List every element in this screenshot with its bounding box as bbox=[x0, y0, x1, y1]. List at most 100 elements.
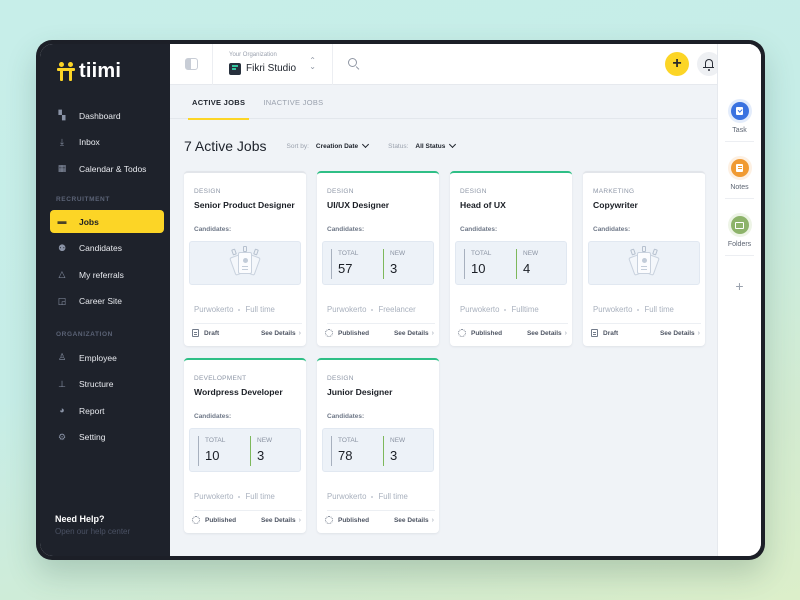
nav-recruitment: ▬ Jobs ⚉ Candidates △ My referrals ◲ Car… bbox=[50, 210, 164, 316]
add-panel-item-button[interactable]: + bbox=[718, 278, 761, 294]
sidebar-toggle-button[interactable] bbox=[170, 44, 213, 85]
sidebar-item-career-site[interactable]: ◲ Career Site bbox=[50, 290, 164, 313]
job-category: DESIGN bbox=[327, 188, 354, 195]
job-card[interactable]: DESIGN Head of UX Candidates: TOTAL 10 NEW… bbox=[450, 171, 572, 346]
sidebar-item-label: Inbox bbox=[79, 137, 100, 148]
sidebar-item-label: Calendar & Todos bbox=[79, 163, 147, 174]
new-label: NEW bbox=[390, 250, 406, 257]
status-text: Draft bbox=[204, 329, 220, 337]
sidebar-item-label: Employee bbox=[79, 352, 117, 363]
nav-organization: ♙ Employee ⊥ Structure ◕ Report ⚙ Settin… bbox=[50, 346, 164, 452]
card-footer: Published See Details › bbox=[458, 329, 567, 337]
sidebar-item-my-referrals[interactable]: △ My referrals bbox=[50, 263, 164, 286]
job-category: DESIGN bbox=[327, 375, 354, 382]
sidebar-item-jobs[interactable]: ▬ Jobs bbox=[50, 210, 164, 233]
chevron-right-icon: › bbox=[431, 329, 434, 337]
job-type: Full time bbox=[245, 492, 275, 501]
job-title: Copywriter bbox=[593, 200, 638, 210]
structure-icon: ⊥ bbox=[58, 378, 66, 389]
job-meta: Purwokerto Fulltime bbox=[460, 305, 539, 314]
section-label-organization: ORGANIZATION bbox=[56, 331, 113, 338]
org-switcher[interactable]: Your Organization Fikri Studio ⌃ ⌄ bbox=[213, 44, 333, 85]
main-area: Your Organization Fikri Studio ⌃ ⌄ + ACT… bbox=[170, 44, 761, 556]
status-text: Published bbox=[338, 516, 370, 524]
see-details-label: See Details bbox=[393, 329, 429, 337]
job-card[interactable]: DEVELOPMENT Wordpress Developer Candidat… bbox=[184, 358, 306, 533]
job-card[interactable]: DESIGN Senior Product Designer Candidate… bbox=[184, 171, 306, 346]
job-title: Head of UX bbox=[460, 200, 506, 210]
candidates-box bbox=[588, 241, 700, 285]
sidebar-item-structure[interactable]: ⊥ Structure bbox=[50, 373, 164, 396]
task-label: Task bbox=[732, 127, 747, 134]
see-details-link[interactable]: See Details › bbox=[394, 330, 434, 337]
sidebar-item-calendar[interactable]: ▦ Calendar & Todos bbox=[50, 157, 164, 180]
users-icon: ⚉ bbox=[57, 242, 67, 253]
separator-dot bbox=[371, 495, 374, 498]
status-text: Published bbox=[205, 516, 237, 524]
right-panel-notes[interactable]: Notes bbox=[718, 142, 761, 199]
status-badge: Published bbox=[192, 516, 236, 524]
help-link[interactable]: Open our help center bbox=[55, 527, 130, 536]
tab-active-jobs[interactable]: ACTIVE JOBS bbox=[184, 85, 253, 120]
total-value: 78 bbox=[338, 448, 353, 463]
chevron-up-down-icon: ⌃ ⌄ bbox=[309, 55, 316, 71]
total-stat: TOTAL 10 bbox=[198, 436, 225, 466]
see-details-link[interactable]: See Details › bbox=[261, 517, 301, 524]
candidates-label: Candidates: bbox=[327, 226, 365, 233]
chevron-down-icon bbox=[362, 140, 370, 148]
status-text: Published bbox=[471, 329, 503, 337]
see-details-link[interactable]: See Details › bbox=[394, 517, 434, 524]
tab-inactive-jobs[interactable]: INACTIVE JOBS bbox=[255, 85, 331, 119]
see-details-link[interactable]: See Details › bbox=[660, 330, 700, 337]
folders-icon-ring bbox=[727, 213, 752, 237]
status-badge: Published bbox=[325, 329, 369, 337]
help-center[interactable]: Need Help? Open our help center bbox=[55, 514, 130, 536]
chevron-right-icon: › bbox=[697, 329, 700, 337]
chevron-down-icon bbox=[449, 140, 457, 148]
job-card[interactable]: DESIGN Junior Designer Candidates: TOTAL… bbox=[317, 358, 439, 533]
logo[interactable]: tiimi bbox=[57, 60, 121, 83]
sidebar-item-dashboard[interactable]: ▚ Dashboard bbox=[50, 104, 164, 127]
published-icon bbox=[325, 329, 333, 337]
sort-value: Creation Date bbox=[315, 142, 359, 150]
status-badge: Published bbox=[325, 516, 369, 524]
published-icon bbox=[458, 329, 466, 337]
briefcase-icon: ▬ bbox=[57, 216, 67, 226]
draft-icon bbox=[591, 329, 598, 337]
job-title: Junior Designer bbox=[327, 387, 393, 397]
card-divider bbox=[327, 510, 435, 511]
sidebar-item-candidates[interactable]: ⚉ Candidates bbox=[50, 237, 164, 260]
sidebar-item-report[interactable]: ◕ Report bbox=[50, 399, 164, 422]
job-meta: Purwokerto Full time bbox=[194, 492, 275, 501]
candidates-box: TOTAL 10 NEW 3 bbox=[189, 428, 301, 472]
job-location: Purwokerto bbox=[327, 305, 367, 314]
sidebar-item-inbox[interactable]: ⤓ Inbox bbox=[50, 131, 164, 154]
search-icon[interactable] bbox=[347, 57, 361, 71]
org-label: Your Organization bbox=[229, 51, 277, 58]
right-panel-folders[interactable]: Folders bbox=[718, 199, 761, 256]
job-card[interactable]: MARKETING Copywriter Candidates: Purwoke… bbox=[583, 171, 705, 346]
sort-dropdown[interactable]: Creation Date bbox=[315, 140, 370, 150]
status-dropdown[interactable]: All Status bbox=[415, 140, 457, 150]
job-card[interactable]: DESIGN UI/UX Designer Candidates: TOTAL 5… bbox=[317, 171, 439, 346]
folders-label: Folders bbox=[727, 241, 752, 248]
draft-icon bbox=[192, 329, 199, 337]
job-category: MARKETING bbox=[593, 188, 635, 195]
add-button[interactable]: + bbox=[665, 52, 689, 76]
total-stat: TOTAL 57 bbox=[331, 249, 358, 279]
logo-text: tiimi bbox=[79, 60, 122, 82]
notes-icon-ring bbox=[727, 156, 752, 180]
job-type: Fulltime bbox=[511, 305, 539, 314]
see-details-link[interactable]: See Details › bbox=[527, 330, 567, 337]
total-value: 10 bbox=[205, 448, 220, 463]
see-details-link[interactable]: See Details › bbox=[261, 330, 301, 337]
help-title: Need Help? bbox=[55, 514, 105, 524]
status-badge: Published bbox=[458, 329, 502, 337]
job-title: Wordpress Developer bbox=[194, 387, 283, 397]
sidebar-item-setting[interactable]: ⚙ Setting bbox=[50, 426, 164, 449]
sidebar-item-employee[interactable]: ♙ Employee bbox=[50, 346, 164, 369]
candidates-label: Candidates: bbox=[194, 226, 232, 233]
sidebar-item-label: My referrals bbox=[79, 269, 124, 280]
right-panel-task[interactable]: Task bbox=[718, 85, 761, 142]
job-type: Full time bbox=[378, 492, 408, 501]
